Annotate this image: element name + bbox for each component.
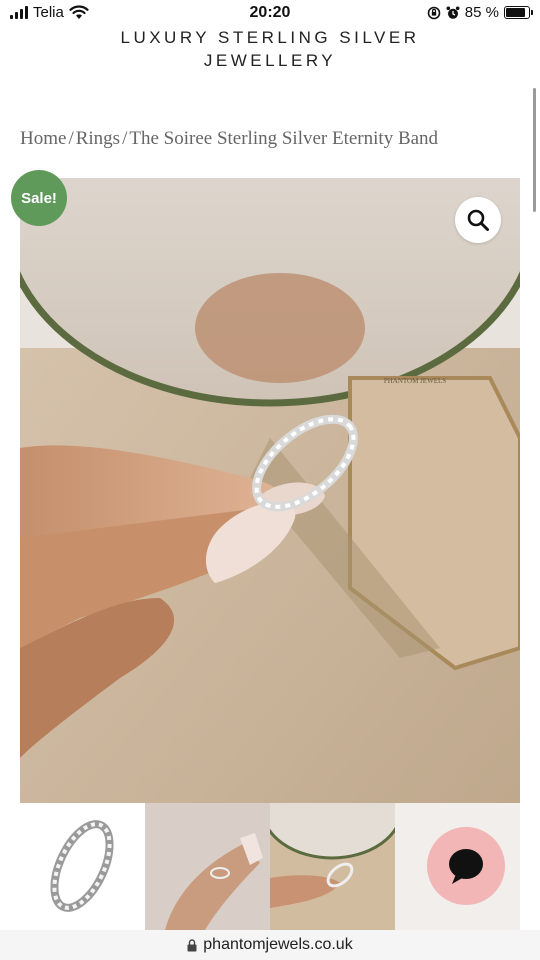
breadcrumb-current: The Soiree Sterling Silver Eternity Band: [129, 128, 439, 149]
breadcrumb-home[interactable]: Home: [20, 128, 66, 149]
product-main-image[interactable]: PHANTOM JEWELS: [20, 178, 520, 803]
brand-line-1: LUXURY STERLING SILVER: [120, 28, 420, 47]
search-icon: [467, 209, 489, 231]
breadcrumb-separator: /: [122, 128, 128, 149]
image-watermark: PHANTOM JEWELS: [384, 377, 446, 385]
thumbnail-2[interactable]: [145, 803, 270, 930]
breadcrumb-separator: /: [68, 128, 74, 149]
breadcrumb: Home / Rings / The Soiree Sterling Silver Et…: [20, 128, 438, 150]
site-brand[interactable]: LUXURY STERLING SILVER JEWELLERY: [0, 26, 540, 72]
sale-badge: Sale!: [11, 170, 67, 226]
alarm-icon: [446, 6, 460, 19]
breadcrumb-rings[interactable]: Rings: [76, 128, 120, 149]
page-scrollbar[interactable]: [533, 88, 536, 212]
browser-url-bar[interactable]: phantomjewels.co.uk: [0, 930, 540, 960]
chat-bubble-icon: [449, 849, 483, 884]
zoom-button[interactable]: [455, 197, 501, 243]
thumbnail-image: [145, 803, 270, 930]
product-photo: PHANTOM JEWELS: [20, 178, 520, 803]
thumbnail-3[interactable]: [270, 803, 395, 930]
status-right: 85 %: [427, 4, 533, 21]
brand-line-2: JEWELLERY: [203, 51, 337, 70]
battery-percent: 85 %: [464, 4, 499, 21]
chat-button[interactable]: [427, 827, 505, 905]
thumbnail-image: [270, 803, 395, 930]
lock-icon: [187, 938, 197, 951]
battery-icon: [504, 6, 533, 19]
thumbnail-image: [20, 803, 145, 930]
url-text: phantomjewels.co.uk: [203, 936, 353, 953]
orientation-lock-icon: [427, 6, 441, 19]
thumbnail-1[interactable]: [20, 803, 145, 930]
status-bar: Telia 20:20 85 %: [0, 0, 540, 28]
